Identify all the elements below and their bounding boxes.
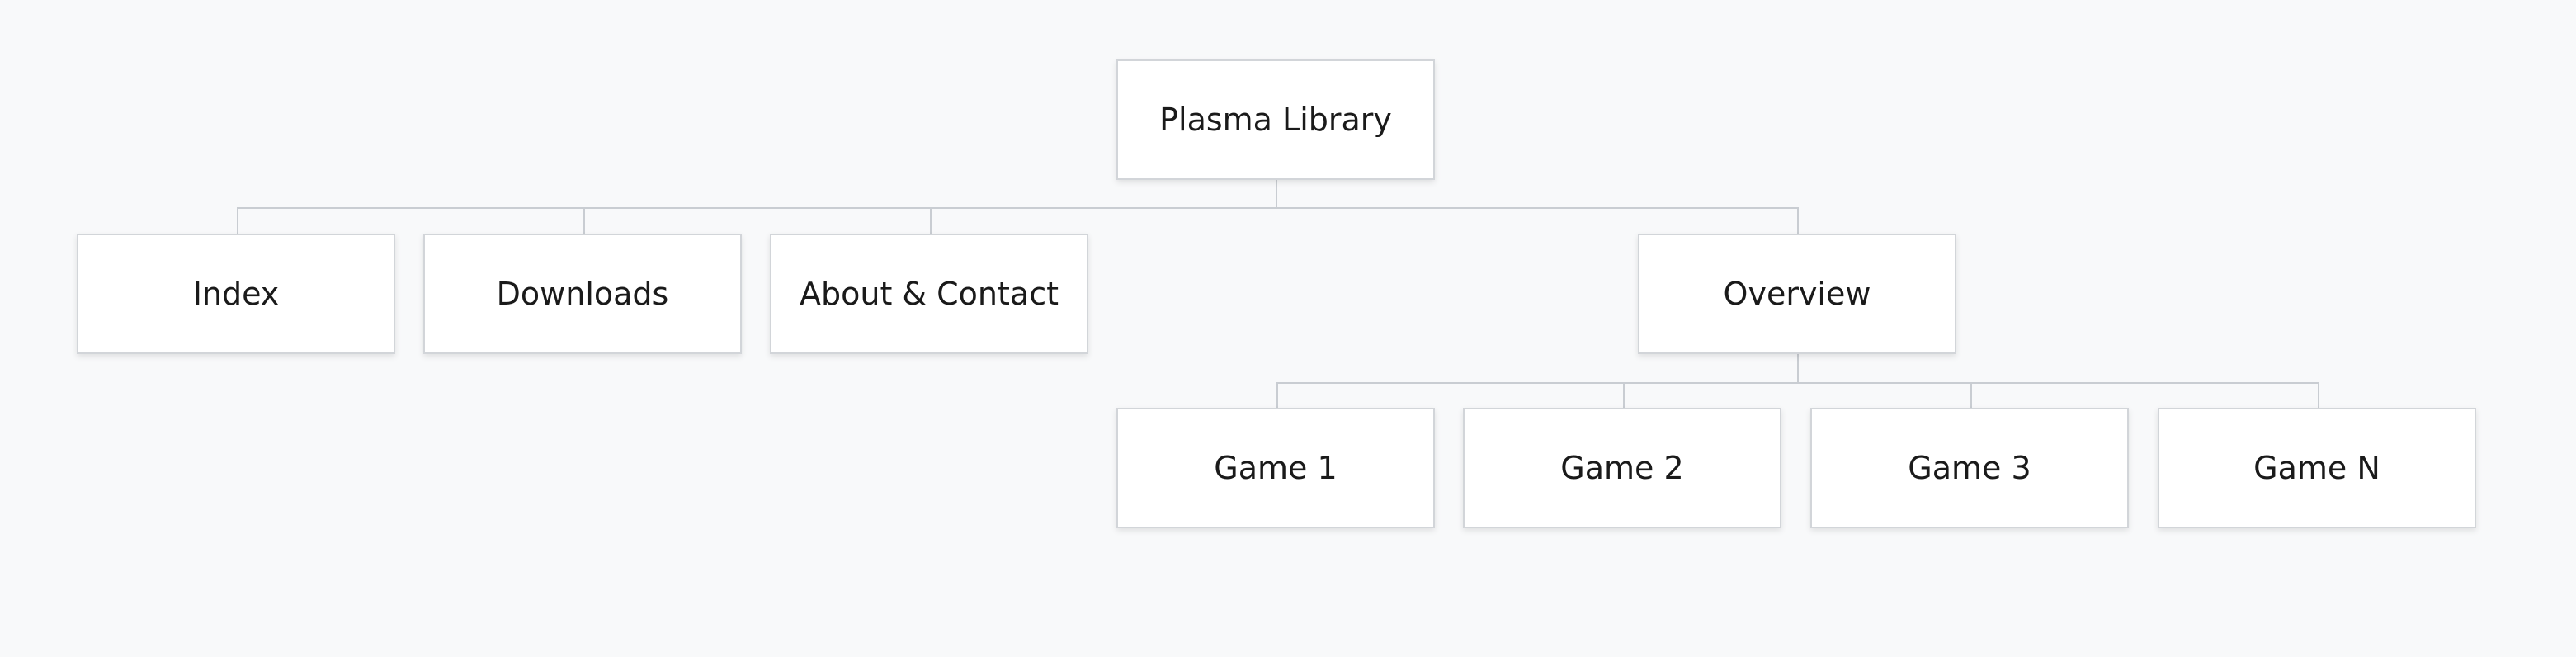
connector-root-down [1276, 180, 1277, 208]
node-overview: Overview [1638, 234, 1956, 354]
node-label: Index [192, 276, 280, 312]
node-label: About & Contact [800, 276, 1059, 312]
node-label: Game N [2253, 450, 2380, 486]
sitemap-diagram: Plasma Library Index Downloads About & C… [0, 0, 2576, 657]
node-downloads: Downloads [423, 234, 742, 354]
node-plasma-library: Plasma Library [1116, 59, 1435, 180]
connector-to-game-2 [1623, 382, 1625, 408]
node-about-contact: About & Contact [770, 234, 1088, 354]
node-label: Downloads [496, 276, 669, 312]
connector-to-index [237, 207, 238, 234]
node-game-1: Game 1 [1116, 408, 1435, 528]
connector-to-downloads [583, 207, 585, 234]
connector-overview-down [1797, 354, 1799, 383]
node-index: Index [77, 234, 395, 354]
node-game-2: Game 2 [1463, 408, 1781, 528]
connector-to-about-contact [930, 207, 932, 234]
node-label: Game 1 [1214, 450, 1338, 486]
node-game-n: Game N [2158, 408, 2476, 528]
node-label: Overview [1723, 276, 1871, 312]
connector-to-overview [1797, 207, 1799, 234]
connector-to-game-n [2318, 382, 2319, 408]
connector-to-game-1 [1276, 382, 1278, 408]
node-game-3: Game 3 [1810, 408, 2129, 528]
node-label: Game 3 [1908, 450, 2031, 486]
node-label: Game 2 [1560, 450, 1684, 486]
connector-games-bus [1276, 382, 2319, 384]
node-label: Plasma Library [1159, 102, 1392, 138]
connector-to-game-3 [1970, 382, 1972, 408]
connector-level1-bus [237, 207, 1799, 209]
